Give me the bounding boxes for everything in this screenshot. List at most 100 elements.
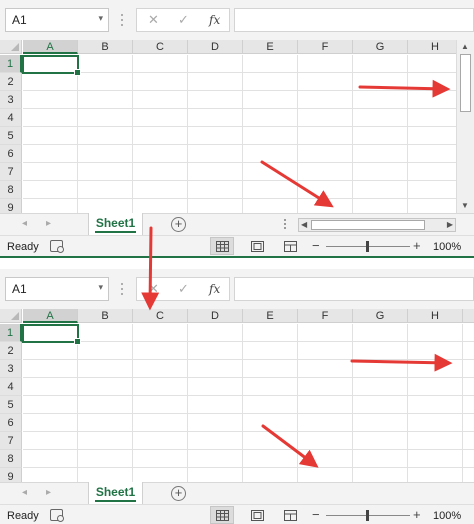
name-box[interactable]: A1 ▾ xyxy=(5,277,109,301)
active-cell-a1[interactable] xyxy=(22,324,81,345)
row-header-7[interactable]: 7 xyxy=(0,163,22,181)
cell[interactable] xyxy=(188,360,243,378)
cell[interactable] xyxy=(23,396,78,414)
column-header-c[interactable]: C xyxy=(133,40,188,54)
select-all-button[interactable] xyxy=(0,40,22,54)
plus-circle-icon[interactable]: + xyxy=(171,217,186,232)
column-header-a[interactable]: A xyxy=(23,40,78,54)
cell[interactable] xyxy=(298,342,353,360)
column-header-f[interactable]: F xyxy=(298,40,353,54)
cell[interactable] xyxy=(188,163,243,181)
cell[interactable] xyxy=(243,199,298,213)
cell[interactable] xyxy=(243,342,298,360)
cell[interactable] xyxy=(78,127,133,145)
cell[interactable] xyxy=(408,199,456,213)
formula-input[interactable] xyxy=(234,277,474,301)
insert-function-button[interactable]: fx xyxy=(209,13,220,27)
cell[interactable] xyxy=(133,468,188,482)
cell[interactable] xyxy=(408,181,456,199)
cell[interactable] xyxy=(78,109,133,127)
scroll-left-icon[interactable]: ◀ xyxy=(301,219,307,231)
cell[interactable] xyxy=(23,73,78,91)
cell[interactable] xyxy=(78,55,133,73)
cell[interactable] xyxy=(408,145,456,163)
zoom-in-icon[interactable]: + xyxy=(413,507,421,522)
zoom-out-icon[interactable]: − xyxy=(312,238,320,253)
worksheet-grid[interactable]: ABCDEFGH 123456789 xyxy=(0,309,474,482)
scroll-down-icon[interactable]: ▼ xyxy=(461,201,469,210)
cell[interactable] xyxy=(78,199,133,213)
cell[interactable] xyxy=(133,55,188,73)
cell[interactable] xyxy=(23,432,78,450)
cell[interactable] xyxy=(188,414,243,432)
cell[interactable] xyxy=(298,145,353,163)
page-layout-view-icon[interactable] xyxy=(245,237,269,255)
cell[interactable] xyxy=(243,324,298,342)
cell[interactable] xyxy=(353,163,408,181)
cell[interactable] xyxy=(78,163,133,181)
cell[interactable] xyxy=(23,468,78,482)
cell[interactable] xyxy=(243,55,298,73)
cell[interactable] xyxy=(298,91,353,109)
cell[interactable] xyxy=(353,450,408,468)
cell[interactable] xyxy=(23,199,78,213)
cell[interactable] xyxy=(23,360,78,378)
row-header-8[interactable]: 8 xyxy=(0,450,22,468)
cell[interactable] xyxy=(188,324,243,342)
cell[interactable] xyxy=(23,127,78,145)
cell[interactable] xyxy=(353,342,408,360)
cell[interactable] xyxy=(408,73,456,91)
cell[interactable] xyxy=(23,181,78,199)
select-all-button[interactable] xyxy=(0,309,22,323)
cell[interactable] xyxy=(78,91,133,109)
row-header-1[interactable]: 1 xyxy=(0,324,22,342)
cell[interactable] xyxy=(298,55,353,73)
cancel-icon[interactable]: ✕ xyxy=(148,12,159,28)
column-header-c[interactable]: C xyxy=(133,309,188,323)
cell[interactable] xyxy=(133,378,188,396)
cell[interactable] xyxy=(298,414,353,432)
sheet-tab-sheet1[interactable]: Sheet1 xyxy=(88,213,143,235)
cell[interactable] xyxy=(408,91,456,109)
row-header-9[interactable]: 9 xyxy=(0,199,22,213)
normal-view-icon[interactable] xyxy=(210,237,234,255)
horizontal-scroll-thumb[interactable] xyxy=(311,220,425,230)
cell[interactable] xyxy=(78,360,133,378)
cell[interactable] xyxy=(408,378,463,396)
cell[interactable] xyxy=(78,396,133,414)
cell[interactable] xyxy=(78,324,133,342)
cell[interactable] xyxy=(133,432,188,450)
formula-bar-grip[interactable] xyxy=(120,281,124,297)
row-header-3[interactable]: 3 xyxy=(0,360,22,378)
cell[interactable] xyxy=(133,181,188,199)
cell[interactable] xyxy=(188,450,243,468)
cell[interactable] xyxy=(408,360,463,378)
chevron-down-icon[interactable]: ▾ xyxy=(98,282,103,293)
cell[interactable] xyxy=(188,109,243,127)
cell[interactable] xyxy=(133,324,188,342)
cell[interactable] xyxy=(298,73,353,91)
cell[interactable] xyxy=(298,378,353,396)
cell[interactable] xyxy=(408,468,463,482)
cell[interactable] xyxy=(353,181,408,199)
zoom-level[interactable]: 100% xyxy=(433,510,461,522)
cancel-icon[interactable]: ✕ xyxy=(148,281,159,297)
row-header-4[interactable]: 4 xyxy=(0,109,22,127)
horizontal-scrollbar[interactable]: ◀ ▶ xyxy=(298,218,456,232)
column-header-h[interactable]: H xyxy=(408,40,456,54)
cell[interactable] xyxy=(298,163,353,181)
cell[interactable] xyxy=(408,55,456,73)
macro-record-icon[interactable] xyxy=(50,509,64,522)
cell[interactable] xyxy=(78,450,133,468)
cell[interactable] xyxy=(298,396,353,414)
cell[interactable] xyxy=(133,414,188,432)
page-break-preview-icon[interactable] xyxy=(278,237,302,255)
row-header-5[interactable]: 5 xyxy=(0,396,22,414)
column-header-a[interactable]: A xyxy=(23,309,78,323)
chevron-down-icon[interactable]: ▾ xyxy=(98,13,103,24)
vertical-scroll-thumb[interactable] xyxy=(460,54,471,112)
column-header-d[interactable]: D xyxy=(188,40,243,54)
tab-scroll-right-icon[interactable]: ▸ xyxy=(46,218,51,229)
cell[interactable] xyxy=(133,91,188,109)
cell[interactable] xyxy=(353,91,408,109)
